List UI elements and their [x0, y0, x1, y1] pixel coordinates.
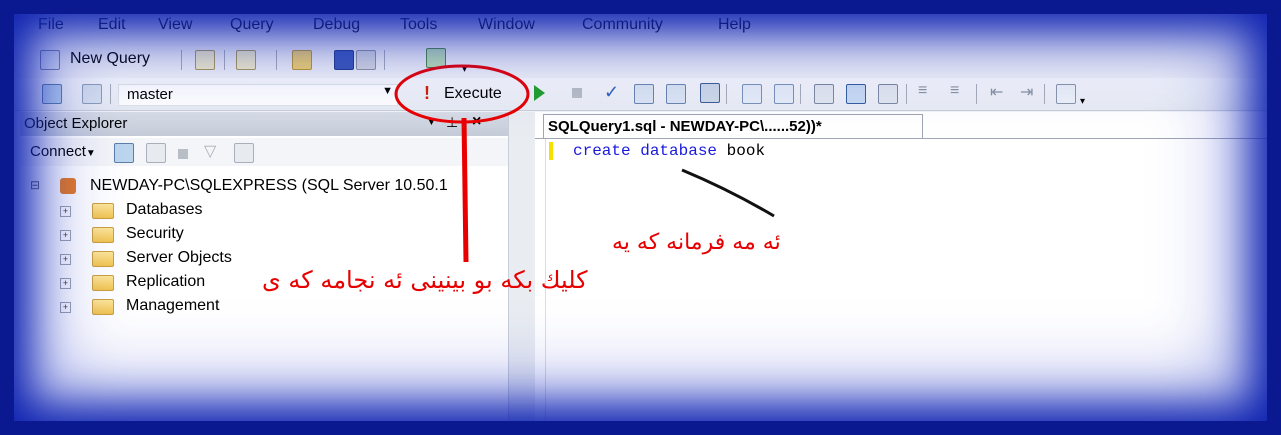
annotation-text-line-1: ئه مه فرمانه كه يه	[612, 230, 781, 255]
annotation-black-stroke	[681, 168, 775, 218]
annotation-overlay	[394, 64, 775, 263]
screenshot-frame: File Edit View Query Debug Tools Window …	[0, 0, 1281, 435]
annotation-text-line-2: كليك بكه بو بينينى ئه نجامه كه ى	[262, 266, 588, 294]
annotation-arrow-line	[461, 117, 469, 263]
execute-highlight-circle	[394, 64, 530, 124]
